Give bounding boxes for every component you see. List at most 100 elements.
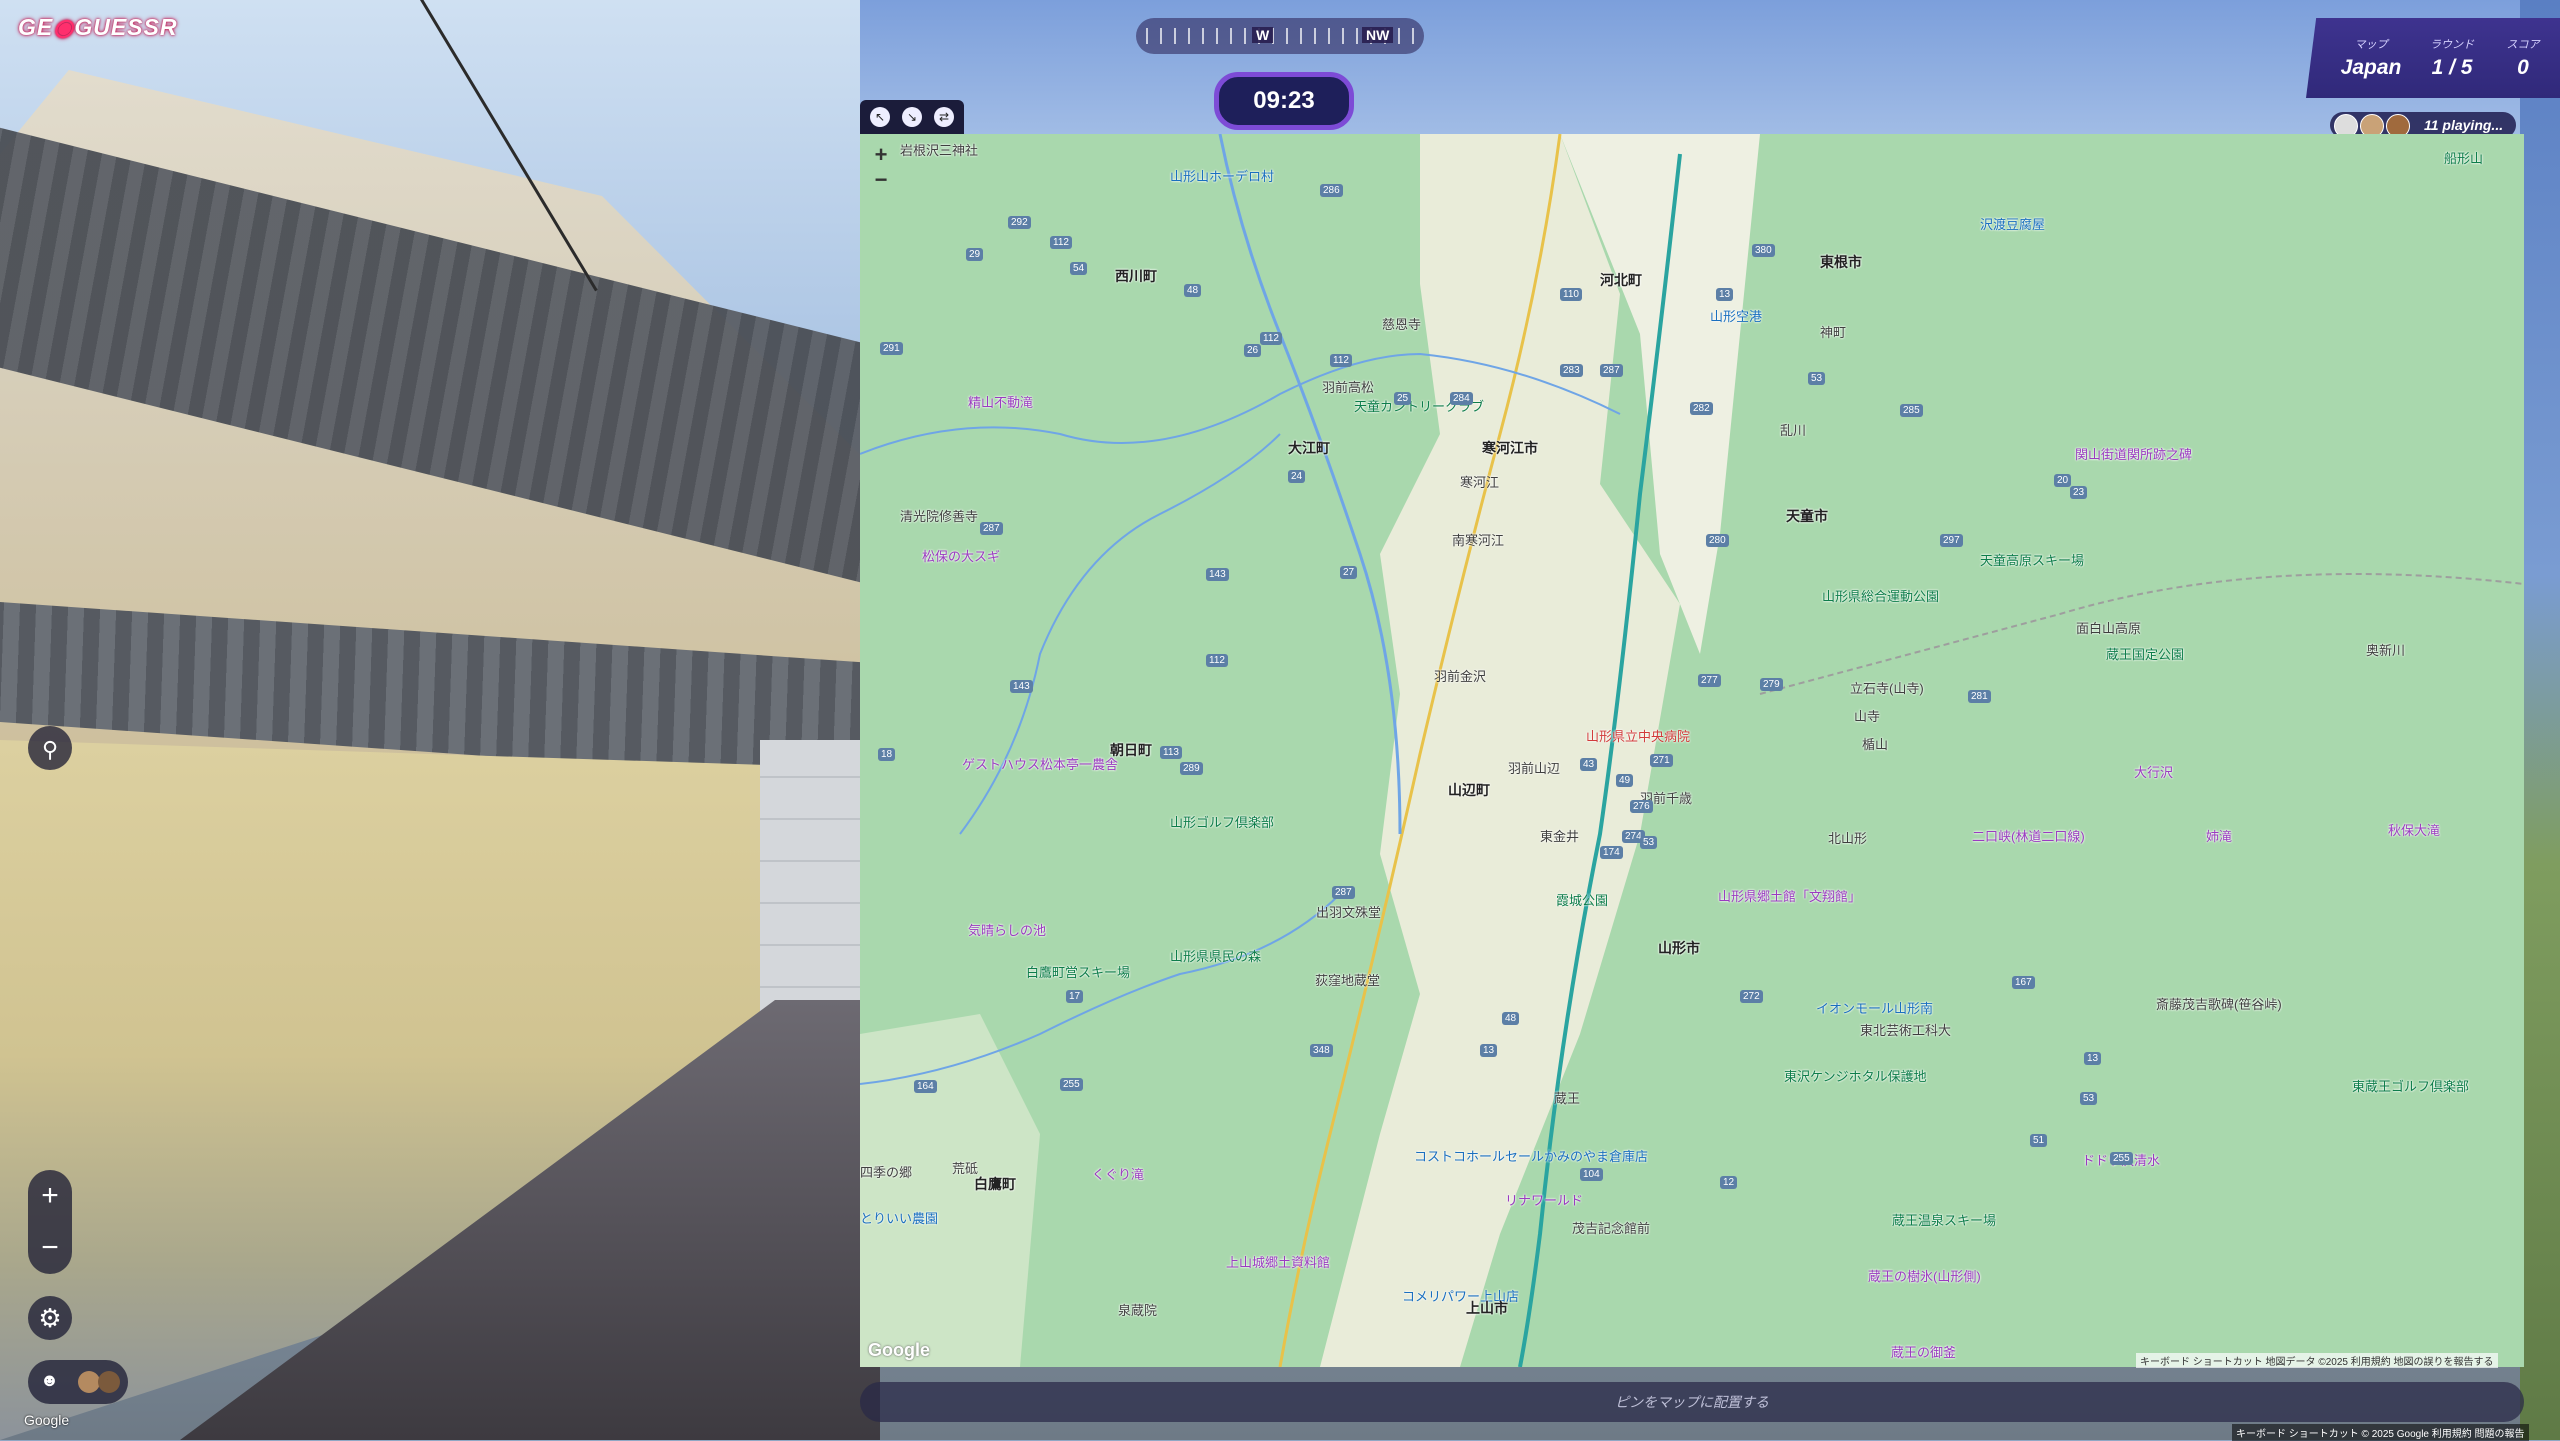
map-place-label[interactable]: 南寒河江: [1452, 530, 1504, 549]
map-place-label[interactable]: 河北町: [1600, 270, 1642, 290]
map-place-label[interactable]: 上山市: [1466, 1298, 1508, 1318]
map-place-label[interactable]: 四季の郷: [860, 1162, 912, 1181]
map-place-label[interactable]: 羽前高松: [1322, 377, 1374, 396]
map-place-label[interactable]: 大江町: [1288, 438, 1330, 458]
map-place-label[interactable]: 精山不動滝: [968, 392, 1033, 411]
map-place-label[interactable]: 茂吉記念館前: [1572, 1218, 1650, 1237]
map-place-label[interactable]: 山寺: [1854, 706, 1880, 725]
map-place-label[interactable]: リナワールド: [1505, 1190, 1583, 1209]
route-shield: 287: [1332, 886, 1355, 899]
route-shield: 51: [2030, 1134, 2048, 1147]
map-place-label[interactable]: 神町: [1820, 322, 1846, 341]
map-place-label[interactable]: コストコホールセールかみのやま倉庫店: [1414, 1146, 1648, 1165]
map-place-label[interactable]: 山形山ホーデロ村: [1170, 166, 1274, 185]
map-zoom-in-button[interactable]: +: [870, 142, 892, 167]
map-place-label[interactable]: 山形県県民の森: [1170, 946, 1261, 965]
logo-text-b: GUESSR: [74, 14, 178, 40]
map-place-label[interactable]: 白鷹町営スキー場: [1026, 962, 1130, 981]
map-place-label[interactable]: イオンモール山形南: [1816, 998, 1933, 1017]
map-zoom-out-button[interactable]: −: [870, 167, 892, 192]
map-place-label[interactable]: 山形ゴルフ倶楽部: [1170, 812, 1274, 831]
map-place-label[interactable]: 姉滝: [2206, 826, 2232, 845]
map-place-label[interactable]: 東根市: [1820, 252, 1862, 272]
map-place-label[interactable]: 山形空港: [1710, 306, 1762, 325]
map-place-label[interactable]: 羽前山辺: [1508, 758, 1560, 777]
map-place-label[interactable]: 荻窪地蔵堂: [1315, 970, 1380, 989]
map-place-label[interactable]: 山形市: [1658, 938, 1700, 958]
map-place-label[interactable]: 北山形: [1828, 828, 1867, 847]
map-place-label[interactable]: 上山城郷土資料館: [1226, 1252, 1330, 1271]
map-place-label[interactable]: 泉蔵院: [1118, 1300, 1157, 1319]
return-to-start-button[interactable]: ⚲: [28, 726, 72, 770]
map-place-label[interactable]: 松保の大スギ: [922, 546, 1000, 565]
guess-map[interactable]: 岩根沢三神社山形山ホーデロ村西川町 河北町 東根市 沢渡豆腐屋慈恩寺 山形空港神町羽前高…: [860, 134, 2524, 1367]
round-status-label: ラウンド: [2430, 39, 2474, 51]
route-shield: 280: [1706, 534, 1729, 547]
map-place-label[interactable]: 蔵王: [1554, 1088, 1580, 1107]
map-place-label[interactable]: 秋保大滝: [2388, 820, 2440, 839]
route-shield: 12: [1720, 1176, 1738, 1189]
zoom-out-button[interactable]: −: [28, 1222, 72, 1274]
map-place-label[interactable]: 蔵王の樹氷(山形側): [1868, 1266, 1981, 1285]
footer-attribution[interactable]: キーボード ショートカット © 2025 Google 利用規約 問題の報告: [2232, 1424, 2529, 1441]
map-place-label[interactable]: 面白山高原: [2076, 618, 2141, 637]
map-place-label[interactable]: 奥新川: [2366, 640, 2405, 659]
map-place-label[interactable]: 出羽文殊堂: [1316, 902, 1381, 921]
map-place-label[interactable]: ゲストハウス松本亭一農舎: [962, 754, 1118, 773]
map-place-label[interactable]: 天童高原スキー場: [1980, 550, 2084, 569]
map-place-label[interactable]: 船形山: [2444, 148, 2483, 167]
map-place-label[interactable]: 清光院修善寺: [900, 506, 978, 525]
pin-map-icon[interactable]: ⇄: [934, 107, 954, 127]
map-place-label[interactable]: 斎藤茂吉歌碑(笹谷峠): [2156, 994, 2282, 1013]
map-place-label[interactable]: 乱川: [1780, 420, 1806, 439]
route-shield: 13: [1480, 1044, 1498, 1057]
players-online-text: 11 playing...: [2424, 117, 2504, 133]
map-place-label[interactable]: 蔵王温泉スキー場: [1892, 1210, 1996, 1229]
route-shield: 18: [878, 748, 896, 761]
place-pin-button[interactable]: ピンをマップに配置する: [860, 1382, 2524, 1422]
map-place-label[interactable]: 二口峡(林道二口線): [1972, 826, 2085, 845]
party-button[interactable]: ☻: [28, 1360, 128, 1404]
map-place-label[interactable]: 東金井: [1540, 826, 1579, 845]
map-place-label[interactable]: 寒河江: [1460, 472, 1499, 491]
map-place-label[interactable]: 沢渡豆腐屋: [1980, 214, 2045, 233]
map-place-label[interactable]: 霞城公園: [1556, 890, 1608, 909]
map-place-label[interactable]: 山形県総合運動公園: [1822, 586, 1939, 605]
map-place-label[interactable]: とりいい農園: [860, 1208, 938, 1227]
route-shield: 23: [2070, 486, 2088, 499]
map-place-label[interactable]: 大行沢: [2134, 762, 2173, 781]
map-place-label[interactable]: 岩根沢三神社: [900, 140, 978, 159]
route-shield: 53: [1640, 836, 1658, 849]
map-place-label[interactable]: 天童市: [1786, 506, 1828, 526]
zoom-in-button[interactable]: +: [28, 1170, 72, 1222]
map-place-label[interactable]: 慈恩寺: [1382, 314, 1421, 333]
shrink-map-icon[interactable]: ↖: [870, 107, 890, 127]
map-place-label[interactable]: 西川町: [1115, 266, 1157, 286]
map-place-label[interactable]: 東北芸術工科大: [1860, 1020, 1951, 1039]
map-place-label[interactable]: 楯山: [1862, 734, 1888, 753]
map-place-label[interactable]: 山形県郷土館「文翔館」: [1718, 886, 1861, 905]
map-place-label[interactable]: 羽前金沢: [1434, 666, 1486, 685]
route-shield: 380: [1752, 244, 1775, 257]
map-place-label[interactable]: 蔵王の御釜: [1891, 1342, 1956, 1361]
map-place-label[interactable]: 山辺町: [1448, 780, 1490, 800]
map-place-label[interactable]: 寒河江市: [1482, 438, 1538, 458]
map-place-label[interactable]: 山形県立中央病院: [1586, 726, 1690, 745]
map-place-label[interactable]: 関山街道関所跡之碑: [2075, 444, 2192, 463]
compass-label-w: W: [1252, 27, 1274, 43]
map-place-label[interactable]: 気晴らしの池: [968, 920, 1046, 939]
geoguessr-logo[interactable]: GE◉GUESSR: [18, 14, 177, 41]
group-icon: ☻: [40, 1370, 59, 1390]
settings-button[interactable]: ⚙: [28, 1296, 72, 1340]
map-place-label[interactable]: 立石寺(山寺): [1850, 678, 1924, 697]
expand-map-icon[interactable]: ↘: [902, 107, 922, 127]
route-shield: 174: [1600, 846, 1623, 859]
map-place-label[interactable]: 東蔵王ゴルフ倶楽部: [2352, 1076, 2469, 1095]
map-place-label[interactable]: 東沢ケンジホタル保護地: [1784, 1066, 1927, 1085]
map-attribution[interactable]: キーボード ショートカット 地図データ ©2025 利用規約 地図の誤りを報告す…: [2136, 1353, 2498, 1368]
map-place-label[interactable]: 蔵王国定公園: [2106, 644, 2184, 663]
map-place-label[interactable]: くぐり滝: [1092, 1164, 1144, 1183]
compass-bar: W NW: [1136, 18, 1424, 54]
map-place-label[interactable]: 白鷹町: [974, 1174, 1016, 1194]
route-shield: 17: [1066, 990, 1084, 1003]
